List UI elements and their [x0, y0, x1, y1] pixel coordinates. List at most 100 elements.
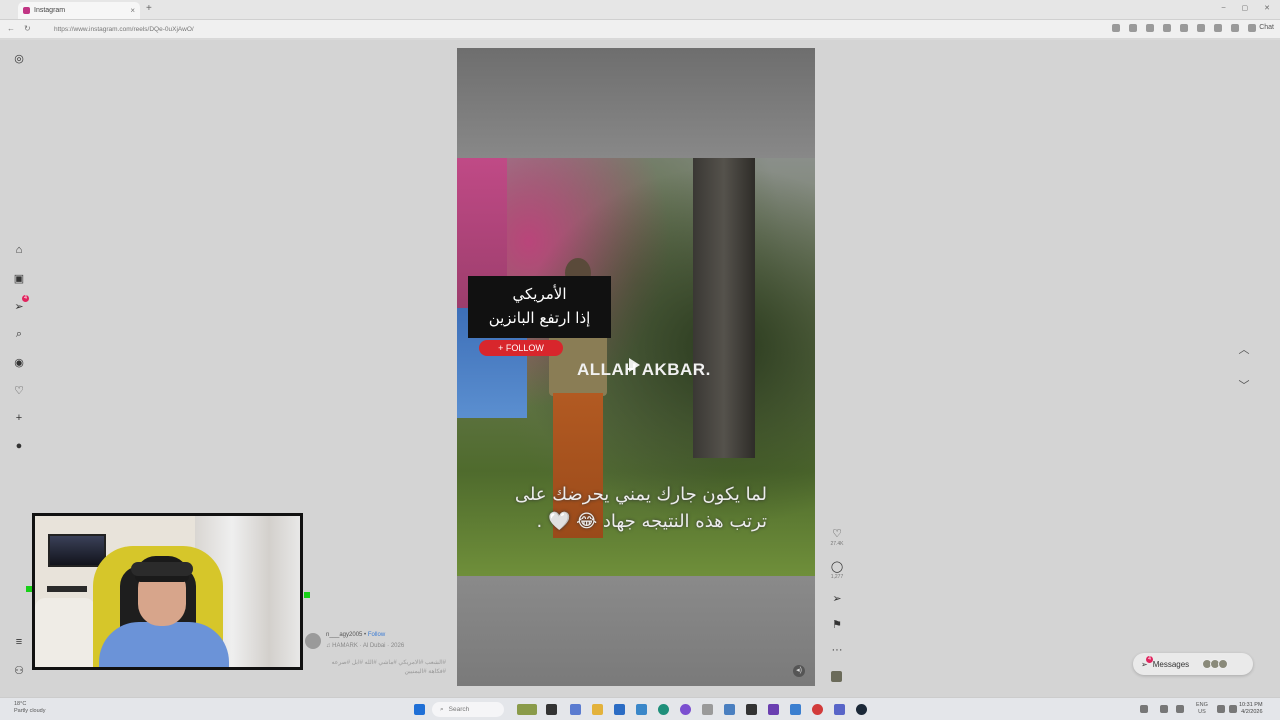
messages-pill[interactable]: ➢ 4 Messages	[1133, 653, 1253, 675]
explore-icon[interactable]: ◉	[12, 355, 26, 369]
create-plus-icon[interactable]: +	[12, 411, 26, 425]
widgets-icon[interactable]	[517, 704, 537, 715]
browser-tab-instagram[interactable]: Instagram ×	[18, 2, 140, 19]
reel-player[interactable]: الأمريكي إذا ارتفع البانزين + FOLLOW ALL…	[457, 48, 815, 686]
search-icon: ⌕	[440, 705, 444, 713]
extension-icon[interactable]	[1112, 24, 1120, 32]
audio-track[interactable]: ♫ HAMARK · Al Dubai · 2026	[326, 643, 404, 649]
webcam-shelf	[47, 586, 87, 592]
taskbar-search[interactable]: ⌕ Search	[432, 702, 504, 717]
back-arrow-icon[interactable]: ←	[7, 24, 15, 33]
address-bar-row: ← ↻ https://www.instagram.com/reels/DQe-…	[0, 20, 1280, 39]
comment-count: 1,277	[830, 574, 844, 580]
app-icon[interactable]	[724, 704, 735, 715]
reel-description: #الشعب #الامريكي #ماشي #الله #ابل #صرعه …	[331, 660, 446, 675]
author-avatar[interactable]	[305, 633, 321, 649]
webcam-tv	[48, 534, 106, 567]
search-icon[interactable]: ⌕	[12, 327, 26, 341]
save-button[interactable]: ⚑	[828, 618, 846, 631]
wifi-icon[interactable]	[1217, 705, 1225, 713]
extension-icon[interactable]	[1163, 24, 1171, 32]
language-indicator[interactable]: ENG US	[1196, 702, 1208, 716]
start-windows-icon[interactable]	[414, 704, 425, 715]
discord-icon[interactable]	[834, 704, 845, 715]
next-reel-chevron-down-icon[interactable]: ﹀	[1236, 377, 1252, 393]
comment-button[interactable]: ◯ 1,277	[828, 560, 846, 580]
author-follow-button[interactable]: Follow	[368, 632, 385, 638]
volume-icon[interactable]	[1229, 705, 1237, 713]
close-window-button[interactable]: ✕	[1264, 4, 1270, 12]
previous-reel-chevron-up-icon[interactable]: ︿	[1236, 341, 1252, 357]
app-icon[interactable]	[768, 704, 779, 715]
more-menu-icon[interactable]	[1248, 24, 1256, 32]
messages-icon[interactable]: ➢ 4	[12, 295, 29, 313]
more-options-button[interactable]: ···	[828, 644, 846, 656]
extension-icon[interactable]	[1214, 24, 1222, 32]
chrome-browser-icon[interactable]	[812, 704, 823, 715]
like-count: 27.4K	[830, 541, 844, 547]
profile-icon[interactable]	[1231, 24, 1239, 32]
minimize-button[interactable]: –	[1222, 4, 1226, 12]
instagram-logo-icon[interactable]: ◎	[12, 51, 26, 65]
arabic-overlay-line1: الأمريكي	[512, 285, 567, 303]
extension-icon[interactable]	[1180, 24, 1188, 32]
edge-browser-icon[interactable]	[658, 704, 669, 715]
audio-thumbnail[interactable]	[831, 671, 842, 682]
mute-toggle-icon[interactable]: ◂)	[793, 665, 805, 677]
clock-date: 4/2/2026	[1241, 709, 1263, 715]
windows-taskbar: 18°C Partly cloudy ⌕ Search ENG US 10:31…	[0, 697, 1280, 720]
profile-avatar[interactable]: ●	[12, 439, 26, 453]
new-tab-button[interactable]: +	[146, 3, 152, 14]
tray-chevron-icon[interactable]	[1140, 705, 1148, 713]
tray-network-icon[interactable]	[1176, 705, 1184, 713]
caption-line1: لما يكون جارك يمني يحرضك على	[514, 484, 767, 505]
reload-icon[interactable]: ↻	[24, 24, 31, 33]
arabic-overlay-line2: إذا ارتفع البانزين	[488, 309, 591, 327]
url-field[interactable]: https://www.instagram.com/reels/DQe-0uXj…	[42, 23, 1042, 36]
share-button[interactable]: ➢	[828, 592, 846, 605]
extensions-bar	[1112, 24, 1256, 32]
mail-icon[interactable]	[614, 704, 625, 715]
overlay-marker-right	[304, 592, 310, 598]
reels-icon[interactable]: ▣	[12, 271, 26, 285]
video-follow-pill: + FOLLOW	[479, 340, 563, 356]
weather-desc: Partly cloudy	[14, 708, 46, 714]
like-button[interactable]: ♡ 27.4K	[828, 527, 846, 547]
app-icon[interactable]	[680, 704, 691, 715]
extension-icon[interactable]	[1146, 24, 1154, 32]
webcam-overlay	[32, 513, 303, 670]
sidebar: ◎ ⌂ ▣ ➢ 4 ⌕ ◉ ♡ + ● ≡ ⚇	[6, 40, 34, 697]
app-icon[interactable]	[636, 704, 647, 715]
home-icon[interactable]: ⌂	[12, 243, 26, 257]
steam-icon[interactable]	[856, 704, 867, 715]
file-explorer-icon[interactable]	[592, 704, 603, 715]
app-icon[interactable]	[790, 704, 801, 715]
reel-top-background	[457, 48, 815, 158]
play-icon[interactable]	[629, 358, 640, 372]
favorite-star-icon[interactable]	[1129, 24, 1137, 32]
weather-widget[interactable]: 18°C Partly cloudy	[14, 701, 46, 715]
extension-icon[interactable]	[1197, 24, 1205, 32]
overlay-marker-left	[26, 586, 32, 592]
more-menu-icon[interactable]: ≡	[12, 635, 26, 649]
maximize-button[interactable]: ▢	[1242, 4, 1249, 12]
tray-cloud-icon[interactable]	[1160, 705, 1168, 713]
chat-button[interactable]: Chat	[1259, 24, 1274, 31]
messages-pill-badge: 4	[1146, 656, 1153, 663]
terminal-icon[interactable]	[746, 704, 757, 715]
arabic-overlay-box: الأمريكي إذا ارتفع البانزين	[468, 276, 611, 338]
author-username[interactable]: n___agy2005	[326, 632, 362, 638]
author-line: n___agy2005 • Follow	[326, 632, 385, 638]
messages-label: Messages	[1152, 659, 1190, 669]
app-icon[interactable]	[702, 704, 713, 715]
tab-close-icon[interactable]: ×	[130, 6, 135, 15]
webcam-sofa	[35, 598, 95, 667]
task-view-icon[interactable]	[546, 704, 557, 715]
app-icon[interactable]	[570, 704, 581, 715]
tab-title: Instagram	[34, 7, 66, 14]
also-from-meta-icon[interactable]: ⚇	[12, 663, 26, 677]
clock-time: 10:31 PM	[1239, 702, 1263, 708]
reel-video[interactable]: الأمريكي إذا ارتفع البانزين + FOLLOW ALL…	[457, 158, 815, 576]
taskbar-clock[interactable]: 10:31 PM 4/2/2026	[1239, 702, 1263, 716]
notifications-heart-icon[interactable]: ♡	[12, 383, 26, 397]
